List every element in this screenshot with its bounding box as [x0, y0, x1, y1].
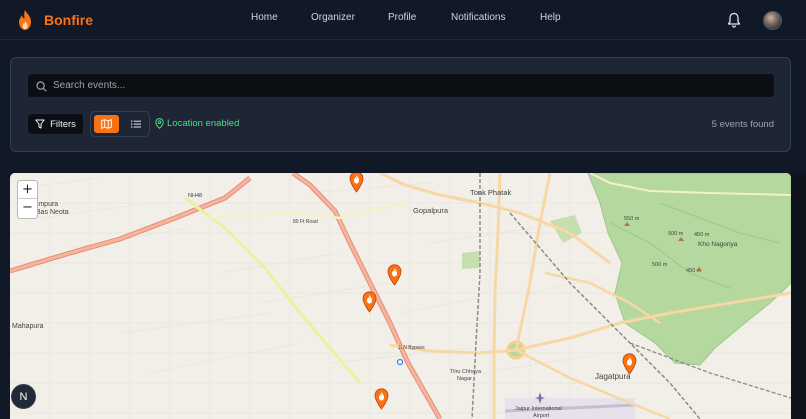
scrollbar-gutter	[791, 173, 806, 419]
nav-notifications[interactable]: Notifications	[451, 12, 505, 23]
list-icon	[131, 120, 141, 128]
label-elev-500b: 500 m	[652, 262, 668, 268]
zoom-in-button[interactable]: +	[18, 181, 37, 199]
view-toggle	[90, 111, 150, 137]
filters-button[interactable]: Filters	[27, 113, 84, 135]
top-navbar: Bonfire Home Organizer Profile Notificat…	[0, 0, 806, 40]
label-bypass: JLN Bypass	[398, 345, 425, 351]
user-location-dot	[396, 358, 404, 366]
label-ring-road: 80 Ft Road	[293, 219, 318, 225]
search-icon	[36, 81, 47, 92]
zoom-control: + −	[17, 180, 38, 219]
nav-help[interactable]: Help	[540, 12, 561, 23]
label-kho-nagoriya: Kho Nagoriya	[698, 241, 738, 248]
event-pin[interactable]	[387, 264, 402, 286]
label-elev-450a: 450 m	[694, 232, 710, 238]
user-avatar[interactable]	[763, 11, 782, 30]
map-icon	[101, 119, 112, 129]
label-mahapura: Mahapura	[12, 323, 44, 330]
map-view-button[interactable]	[94, 115, 119, 133]
event-pin[interactable]	[374, 388, 389, 410]
events-map[interactable]: Hasampura Bas Neota NH48 Mahapura Tonk P…	[10, 173, 791, 419]
label-airport-2: Airport	[533, 413, 550, 419]
label-elev-550: 550 m	[624, 216, 640, 222]
search-panel: Filters Location enabled	[10, 57, 791, 152]
location-status-label: Location enabled	[167, 118, 240, 129]
compass-button[interactable]: N	[11, 384, 36, 409]
label-airport: Jaipur International	[515, 406, 562, 412]
zoom-out-button[interactable]: −	[18, 199, 37, 217]
nav-home[interactable]: Home	[251, 12, 278, 23]
label-elev-500a: 500 m	[668, 231, 684, 237]
list-view-button[interactable]	[123, 115, 148, 133]
location-status: Location enabled	[155, 118, 239, 129]
flame-logo-icon	[19, 10, 31, 30]
label-nh48: NH48	[188, 193, 202, 199]
filter-icon	[35, 119, 45, 129]
bell-icon[interactable]	[727, 12, 741, 28]
nav-organizer[interactable]: Organizer	[311, 12, 355, 23]
brand-name: Bonfire	[44, 12, 93, 28]
map-tiles[interactable]: Hasampura Bas Neota NH48 Mahapura Tonk P…	[10, 173, 791, 419]
label-tilru: Tilru Chhoya	[450, 369, 482, 375]
search-bar	[27, 73, 775, 98]
label-nagar: Nagar	[457, 376, 472, 382]
label-bas-neota: Bas Neota	[36, 209, 69, 216]
results-count: 5 events found	[711, 119, 774, 130]
label-gopalpura: Gopalpura	[413, 206, 449, 215]
label-tonk-phatak: Tonk Phatak	[470, 188, 512, 197]
filters-label: Filters	[50, 118, 76, 130]
event-pin[interactable]	[622, 353, 637, 375]
event-pin[interactable]	[362, 291, 377, 313]
brand[interactable]: Bonfire	[16, 8, 93, 32]
map-pin-icon	[155, 118, 164, 129]
event-pin[interactable]	[349, 173, 364, 193]
search-input[interactable]	[53, 74, 753, 97]
nav-profile[interactable]: Profile	[388, 12, 416, 23]
